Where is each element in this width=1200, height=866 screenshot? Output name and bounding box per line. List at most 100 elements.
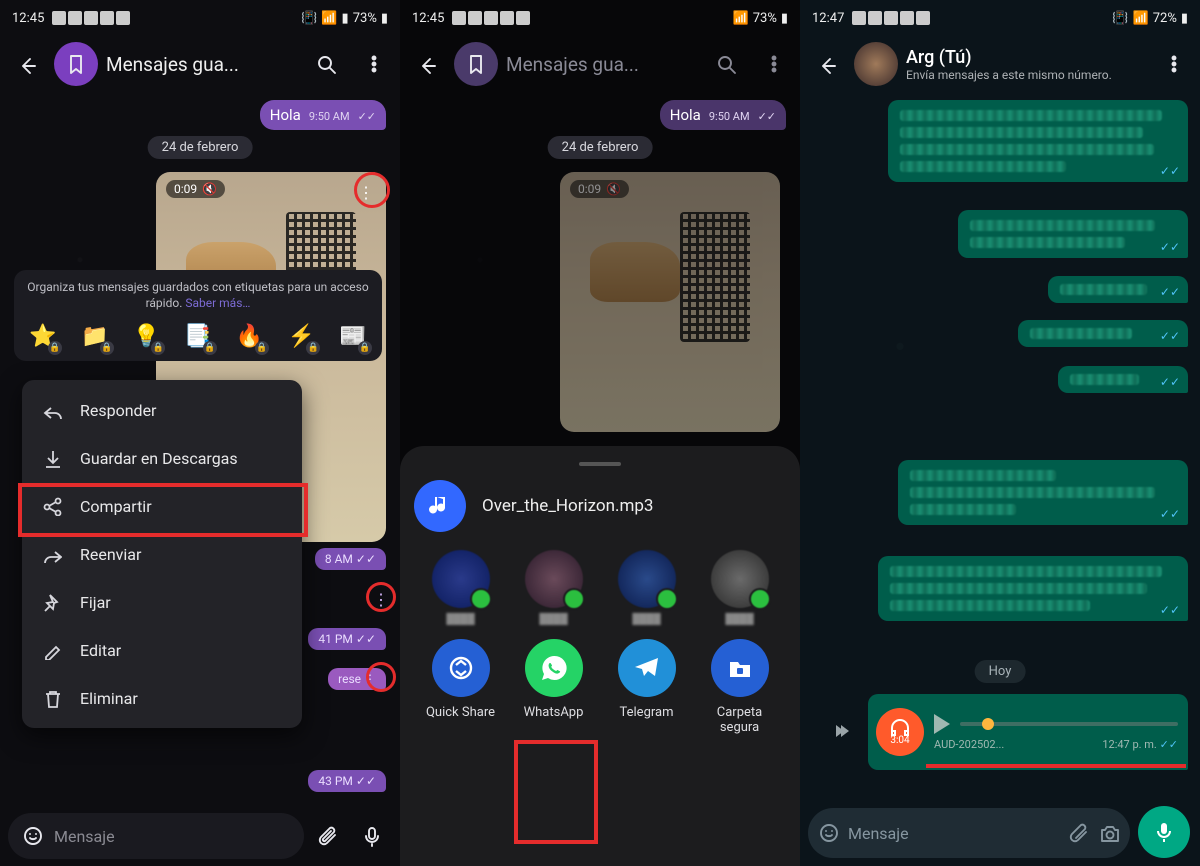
message-options-button[interactable]: ⋮ xyxy=(370,588,392,610)
menu-delete[interactable]: Eliminar xyxy=(22,674,302,722)
share-contact[interactable]: ████ xyxy=(421,550,501,625)
header-title[interactable]: Mensajes gua... xyxy=(106,53,298,76)
app-label: Telegram xyxy=(620,705,674,720)
menu-edit-label: Editar xyxy=(80,641,121,660)
learn-more-link[interactable]: Saber más… xyxy=(185,296,250,310)
bookmark-icon xyxy=(465,53,487,75)
video-duration-badge: 0:09 🔇 xyxy=(570,180,629,198)
share-contacts-row: ████ ████ ████ ████ xyxy=(414,550,786,625)
paperclip-icon[interactable] xyxy=(1068,822,1090,844)
menu-save-downloads[interactable]: Guardar en Descargas xyxy=(22,434,302,482)
more-button[interactable] xyxy=(354,44,394,84)
pin-icon xyxy=(42,592,62,612)
tag-news[interactable]: 📰🔒 xyxy=(336,319,370,353)
input-placeholder: Mensaje xyxy=(848,824,1060,843)
search-button[interactable] xyxy=(306,44,346,84)
share-app-telegram[interactable]: Telegram xyxy=(604,639,690,735)
back-button[interactable] xyxy=(806,44,846,84)
seek-thumb[interactable] xyxy=(982,718,994,730)
menu-pin[interactable]: Fijar xyxy=(22,578,302,626)
menu-share[interactable]: Compartir xyxy=(22,482,302,530)
menu-reply[interactable]: Responder xyxy=(22,386,302,434)
forward-arrow-icon xyxy=(832,719,854,741)
share-file-row: Over_the_Horizon.mp3 xyxy=(414,480,786,532)
share-app-securefolder[interactable]: Carpeta segura xyxy=(697,639,783,735)
app-header: Mensajes gua... xyxy=(0,36,400,92)
back-button[interactable] xyxy=(406,44,446,84)
message-input[interactable]: Mensaje xyxy=(808,808,1130,858)
vibrate-icon: 📳 xyxy=(1112,11,1128,26)
status-bar: 12:47 📳 📶 72% ▮ xyxy=(800,0,1200,36)
forward-icon xyxy=(42,544,62,564)
share-app-quickshare[interactable]: Quick Share xyxy=(418,639,504,735)
back-button[interactable] xyxy=(6,44,46,84)
message-bubble[interactable]: ✓✓ xyxy=(898,460,1188,525)
app-label: Quick Share xyxy=(426,705,495,720)
message-bubble[interactable]: ✓✓ xyxy=(1018,320,1188,347)
emoji-icon[interactable] xyxy=(22,825,44,847)
share-apps-row: Quick Share WhatsApp Telegram Carpeta se… xyxy=(414,639,786,735)
contact-avatar[interactable] xyxy=(854,42,898,86)
mic-icon xyxy=(361,825,383,847)
menu-edit[interactable]: Editar xyxy=(22,626,302,674)
voice-record-button[interactable] xyxy=(1138,806,1190,858)
app-header: Arg (Tú) Envía mensajes a este mismo núm… xyxy=(800,36,1200,92)
share-file-name: Over_the_Horizon.mp3 xyxy=(482,496,653,516)
tag-bulb[interactable]: 💡🔒 xyxy=(129,319,163,353)
tags-tip-text: Organiza tus mensajes guardados con etiq… xyxy=(26,280,370,311)
audio-duration: 3:04 xyxy=(890,735,909,746)
whatsapp-icon xyxy=(525,639,583,697)
tag-fire[interactable]: 🔥🔒 xyxy=(233,319,267,353)
read-ticks-icon: ✓✓ xyxy=(758,110,776,123)
lock-icon: 🔒 xyxy=(306,341,320,355)
tag-tabs[interactable]: 📑🔒 xyxy=(181,319,215,353)
video-options-button[interactable]: ⋮ xyxy=(352,178,380,206)
saved-messages-avatar[interactable] xyxy=(54,42,98,86)
message-bubble[interactable]: ✓✓ xyxy=(878,556,1188,621)
camera-icon[interactable] xyxy=(1098,822,1120,844)
android-share-sheet[interactable]: Over_the_Horizon.mp3 ████ ████ ████ ████… xyxy=(400,446,800,866)
notification-icons xyxy=(852,11,930,25)
message-bubble[interactable]: ✓✓ xyxy=(958,210,1188,258)
contact-name[interactable]: Arg (Tú) xyxy=(906,47,1146,68)
message-time-snippet: 41 PM ✓✓ xyxy=(308,628,386,650)
share-contact[interactable]: ████ xyxy=(607,550,687,625)
attach-button[interactable] xyxy=(308,816,348,856)
audio-message[interactable]: 3:04 AUD-202502... 12:47 p. m. ✓✓ xyxy=(868,694,1188,770)
audio-seek-bar[interactable] xyxy=(960,722,1178,726)
more-vert-icon xyxy=(1163,53,1185,75)
lock-icon: 🔒 xyxy=(203,341,217,355)
share-contact[interactable]: ████ xyxy=(514,550,594,625)
lock-icon: 🔒 xyxy=(255,341,269,355)
tag-bolt[interactable]: ⚡🔒 xyxy=(284,319,318,353)
whatsapp-badge-icon xyxy=(563,588,585,610)
message-bubble[interactable]: ✓✓ xyxy=(888,100,1188,182)
drag-handle[interactable] xyxy=(579,462,621,466)
message-text: Hola xyxy=(270,106,301,124)
menu-save-label: Guardar en Descargas xyxy=(80,449,238,468)
message-bubble-hola[interactable]: Hola 9:50 AM ✓✓ xyxy=(260,100,386,130)
message-time-snippet: 8 AM ✓✓ xyxy=(315,548,386,570)
play-button[interactable] xyxy=(934,714,950,734)
menu-forward[interactable]: Reenviar xyxy=(22,530,302,578)
message-bubble[interactable]: ✓✓ xyxy=(1048,276,1188,303)
lock-icon: 🔒 xyxy=(358,341,372,355)
tag-star[interactable]: ⭐🔒 xyxy=(26,319,60,353)
video-duration-badge: 0:09 🔇 xyxy=(166,180,225,198)
forward-button[interactable] xyxy=(832,719,854,745)
mute-icon: 🔇 xyxy=(606,182,621,196)
whatsapp-badge-icon xyxy=(656,588,678,610)
tag-folder[interactable]: 📁🔒 xyxy=(78,319,112,353)
more-button[interactable] xyxy=(1154,44,1194,84)
panel-share-sheet: 12:45 📶 73% ▮ Mensajes gua... Hola 9:50 … xyxy=(400,0,800,866)
share-app-whatsapp[interactable]: WhatsApp xyxy=(511,639,597,735)
audio-timestamp: 12:47 p. m. xyxy=(1102,738,1156,751)
message-bubble[interactable]: ✓✓ xyxy=(1058,366,1188,393)
emoji-icon[interactable] xyxy=(818,822,840,844)
share-contact[interactable]: ████ xyxy=(700,550,780,625)
wifi-icon: 📶 xyxy=(1133,11,1149,26)
voice-button[interactable] xyxy=(352,816,392,856)
quickshare-icon xyxy=(432,639,490,697)
saved-messages-avatar xyxy=(454,42,498,86)
message-input[interactable]: Mensaje xyxy=(8,813,304,859)
